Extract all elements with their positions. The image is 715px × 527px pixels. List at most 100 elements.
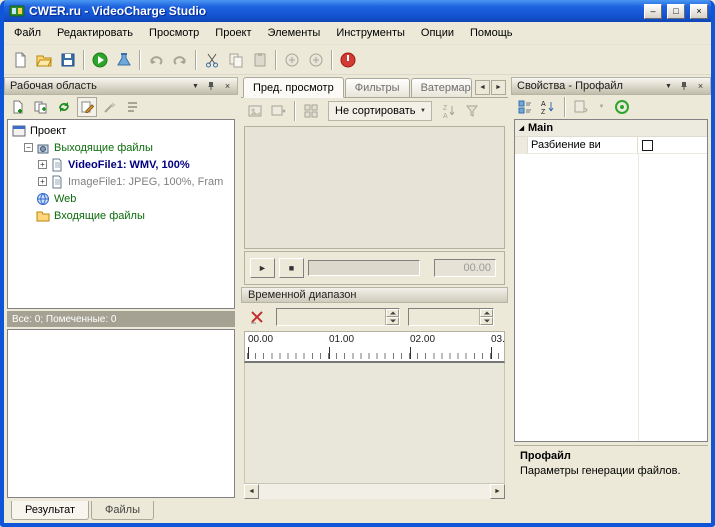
pin-button[interactable] bbox=[204, 79, 219, 93]
properties-title: Свойства - Профайл bbox=[517, 80, 660, 92]
sort-az-button[interactable]: AZ bbox=[538, 97, 558, 117]
redo-button[interactable] bbox=[168, 48, 191, 71]
scroll-left-icon[interactable]: ◄ bbox=[244, 484, 259, 499]
add-image-button[interactable] bbox=[304, 48, 327, 71]
refresh-button[interactable] bbox=[54, 97, 74, 117]
property-group-main[interactable]: ◢ Main bbox=[515, 120, 707, 137]
tools-button[interactable] bbox=[123, 97, 143, 117]
redo-icon bbox=[172, 52, 188, 68]
save-button[interactable] bbox=[56, 48, 79, 71]
capture-frame-button[interactable] bbox=[245, 101, 265, 121]
menu-edit[interactable]: Редактировать bbox=[49, 23, 141, 43]
tab-result[interactable]: Результат bbox=[11, 501, 89, 520]
menu-tools[interactable]: Инструменты bbox=[328, 23, 413, 43]
add-copy-button[interactable] bbox=[31, 97, 51, 117]
scroll-track[interactable] bbox=[259, 484, 490, 499]
cut-button[interactable] bbox=[200, 48, 223, 71]
chevron-down-icon[interactable]: ▼ bbox=[594, 98, 609, 116]
wizard-button[interactable] bbox=[112, 48, 135, 71]
properties-header: Свойства - Профайл ▼ × bbox=[511, 77, 711, 95]
preview-viewport[interactable] bbox=[244, 126, 505, 249]
panel-menu-button[interactable]: ▼ bbox=[661, 79, 676, 93]
clear-range-button[interactable] bbox=[246, 307, 268, 327]
tree-node-output-files[interactable]: − Выходящие файлы bbox=[8, 139, 234, 156]
menu-project[interactable]: Проект bbox=[207, 23, 259, 43]
paste-button[interactable] bbox=[248, 48, 271, 71]
menu-help[interactable]: Помощь bbox=[462, 23, 521, 43]
range-start-input[interactable] bbox=[277, 309, 385, 325]
categorized-button[interactable] bbox=[515, 97, 535, 117]
undo-button[interactable] bbox=[144, 48, 167, 71]
time-display: 00.00 bbox=[434, 259, 496, 277]
web-icon bbox=[36, 192, 51, 206]
copy-button[interactable] bbox=[224, 48, 247, 71]
auto-sort-button[interactable]: ZA bbox=[439, 101, 459, 121]
range-end-input[interactable] bbox=[409, 309, 479, 325]
play-icon: ► bbox=[258, 263, 267, 273]
tree-node-videofile1[interactable]: + VideoFile1: WMV, 100% bbox=[8, 156, 234, 173]
tree-node-web[interactable]: Web bbox=[8, 190, 234, 207]
tree-node-imagefile1[interactable]: + ImageFile1: JPEG, 100%, Fram bbox=[8, 173, 234, 190]
tab-scroll-left-icon[interactable]: ◄ bbox=[475, 80, 490, 95]
new-file-button[interactable] bbox=[8, 48, 31, 71]
tab-files[interactable]: Файлы bbox=[91, 501, 154, 520]
tree-node-input-files[interactable]: Входящие файлы bbox=[8, 207, 234, 224]
add-item-button[interactable] bbox=[8, 97, 28, 117]
range-start-up-icon[interactable] bbox=[386, 309, 399, 317]
minimize-button[interactable]: – bbox=[644, 4, 662, 19]
titlebar[interactable]: CWER.ru - VideoCharge Studio – □ × bbox=[4, 0, 711, 22]
collapse-expander-icon[interactable]: − bbox=[24, 143, 33, 152]
sort-dropdown[interactable]: Не сортировать ▼ bbox=[328, 101, 432, 121]
property-pages-button[interactable] bbox=[571, 97, 591, 117]
tab-preview[interactable]: Пред. просмотр bbox=[243, 77, 344, 98]
edit-button[interactable] bbox=[77, 97, 97, 117]
undo-icon bbox=[148, 52, 164, 68]
pin-button[interactable] bbox=[677, 79, 692, 93]
view-mode-button[interactable] bbox=[301, 101, 321, 121]
scroll-right-icon[interactable]: ► bbox=[490, 484, 505, 499]
range-end-up-icon[interactable] bbox=[480, 309, 493, 317]
play-button[interactable]: ► bbox=[250, 258, 275, 278]
timeline-ruler[interactable]: 00.00 01.00 02.00 03.00 bbox=[244, 331, 505, 363]
menu-file[interactable]: Файл bbox=[6, 23, 49, 43]
panel-close-button[interactable]: × bbox=[220, 79, 235, 93]
range-start-down-icon[interactable] bbox=[386, 317, 399, 325]
filter-button[interactable] bbox=[462, 101, 482, 121]
range-end-down-icon[interactable] bbox=[480, 317, 493, 325]
panel-close-button[interactable]: × bbox=[693, 79, 708, 93]
image-file-icon bbox=[50, 175, 65, 189]
save-frame-button[interactable] bbox=[268, 101, 288, 121]
menu-view[interactable]: Просмотр bbox=[141, 23, 207, 43]
open-button[interactable] bbox=[32, 48, 55, 71]
maximize-button[interactable]: □ bbox=[667, 4, 685, 19]
close-button[interactable]: × bbox=[690, 4, 708, 19]
split-video-checkbox[interactable] bbox=[642, 140, 653, 151]
expand-expander-icon[interactable]: + bbox=[38, 160, 47, 169]
property-row-split-video[interactable]: Разбиение ви bbox=[515, 137, 707, 154]
tab-filters[interactable]: Фильтры bbox=[345, 78, 410, 97]
time-range-header: Временной диапазон bbox=[241, 287, 508, 303]
working-area-panel: Рабочая область ▼ × Проект − bbox=[4, 77, 238, 501]
capture-frame-icon bbox=[247, 103, 263, 119]
menu-elements[interactable]: Элементы bbox=[260, 23, 329, 43]
wand-button[interactable] bbox=[100, 97, 120, 117]
timeline-track-area[interactable] bbox=[244, 363, 505, 485]
copy-icon bbox=[228, 52, 244, 68]
menu-options[interactable]: Опции bbox=[413, 23, 462, 43]
help-button[interactable] bbox=[612, 97, 632, 117]
add-video-button[interactable] bbox=[280, 48, 303, 71]
stop-button[interactable] bbox=[336, 48, 359, 71]
main-area: Рабочая область ▼ × Проект − bbox=[4, 75, 711, 501]
items-list[interactable] bbox=[7, 329, 235, 498]
start-generation-button[interactable] bbox=[88, 48, 111, 71]
stop-playback-button[interactable]: ■ bbox=[279, 258, 304, 278]
range-start-field[interactable] bbox=[276, 308, 400, 326]
timeline-hscrollbar[interactable]: ◄ ► bbox=[244, 484, 505, 499]
expand-expander-icon[interactable]: + bbox=[38, 177, 47, 186]
tab-watermark[interactable]: Ватермар bbox=[411, 78, 472, 97]
tab-scroll-right-icon[interactable]: ► bbox=[491, 80, 506, 95]
seek-bar[interactable] bbox=[308, 260, 420, 276]
range-end-field[interactable] bbox=[408, 308, 494, 326]
tree-node-project[interactable]: Проект bbox=[8, 122, 234, 139]
panel-menu-button[interactable]: ▼ bbox=[188, 79, 203, 93]
